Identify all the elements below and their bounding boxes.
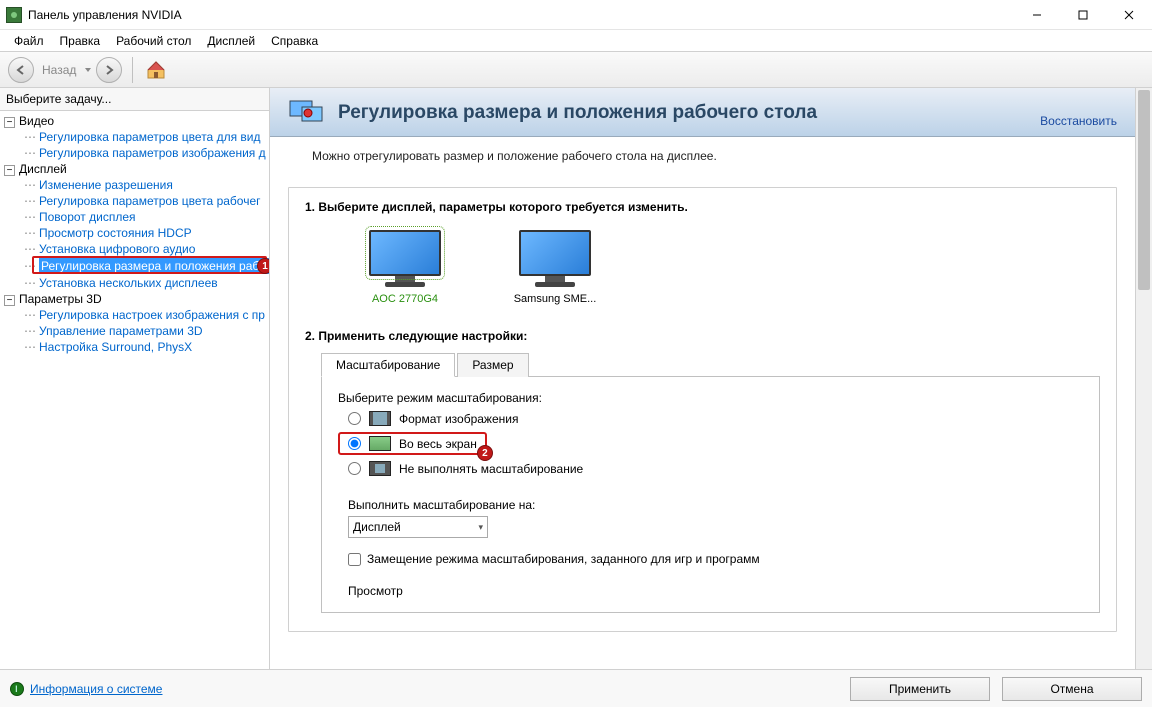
menu-display[interactable]: Дисплей xyxy=(199,32,263,50)
menu-file[interactable]: Файл xyxy=(6,32,52,50)
tree-category-3d[interactable]: −Параметры 3D xyxy=(0,291,269,307)
preview-label: Просмотр xyxy=(338,584,1083,598)
step1-title: 1. Выберите дисплей, параметры которого … xyxy=(305,200,1100,214)
monitor-label: AOC 2770G4 xyxy=(372,293,438,305)
tree-item[interactable]: ⋯Регулировка параметров изображения д xyxy=(18,145,269,161)
menu-help[interactable]: Справка xyxy=(263,32,326,50)
radio-label: Формат изображения xyxy=(399,412,518,426)
back-dropdown-icon[interactable] xyxy=(84,66,92,74)
tree-item[interactable]: ⋯Установка цифрового аудио xyxy=(18,241,269,257)
scrollbar-thumb[interactable] xyxy=(1138,90,1150,290)
monitor-icon xyxy=(519,230,591,276)
maximize-button[interactable] xyxy=(1060,0,1106,30)
menu-edit[interactable]: Правка xyxy=(52,32,109,50)
monitor-label: Samsung SME... xyxy=(514,293,597,305)
aspect-ratio-icon xyxy=(369,411,391,426)
toolbar-separator xyxy=(132,57,133,83)
tab-size[interactable]: Размер xyxy=(457,353,528,377)
radio-input[interactable] xyxy=(348,412,361,425)
monitor-icon xyxy=(369,230,441,276)
select-value: Дисплей xyxy=(353,520,401,534)
tab-body-scaling: Выберите режим масштабирования: Формат и… xyxy=(321,377,1100,613)
tab-scaling[interactable]: Масштабирование xyxy=(321,353,455,377)
annotation-highlight-2: Во весь экран 2 xyxy=(338,432,487,455)
apply-button[interactable]: Применить xyxy=(850,677,990,701)
radio-label: Во весь экран xyxy=(399,437,477,451)
tree-item[interactable]: ⋯Просмотр состояния HDCP xyxy=(18,225,269,241)
radio-aspect-ratio[interactable]: Формат изображения xyxy=(338,407,1083,430)
override-scaling-checkbox[interactable] xyxy=(348,553,361,566)
cancel-button[interactable]: Отмена xyxy=(1002,677,1142,701)
task-tree: −Видео ⋯Регулировка параметров цвета для… xyxy=(0,111,269,669)
svg-text:i: i xyxy=(15,685,18,693)
tree-item-selected[interactable]: ⋯Регулировка размера и положения рабоч 1 xyxy=(18,257,269,275)
monitor-option-secondary[interactable]: Samsung SME... xyxy=(505,230,605,305)
back-label: Назад xyxy=(42,63,76,77)
collapse-icon[interactable]: − xyxy=(4,165,15,176)
info-icon: i xyxy=(10,682,24,696)
page-header-icon xyxy=(288,98,324,128)
perform-scaling-on-select[interactable]: Дисплей ▾ xyxy=(348,516,488,538)
annotation-badge-2: 2 xyxy=(477,445,493,461)
tree-item[interactable]: ⋯Регулировка настроек изображения с пр xyxy=(18,307,269,323)
back-button[interactable] xyxy=(8,57,34,83)
collapse-icon[interactable]: − xyxy=(4,117,15,128)
close-button[interactable] xyxy=(1106,0,1152,30)
vertical-scrollbar[interactable] xyxy=(1135,88,1152,669)
fullscreen-icon xyxy=(369,436,391,451)
tree-item[interactable]: ⋯Регулировка параметров цвета рабочег xyxy=(18,193,269,209)
toolbar: Назад xyxy=(0,52,1152,88)
no-scaling-icon xyxy=(369,461,391,476)
chevron-down-icon: ▾ xyxy=(478,522,483,533)
page-title: Регулировка размера и положения рабочего… xyxy=(338,102,1040,124)
monitor-option-primary[interactable]: AOC 2770G4 xyxy=(355,230,455,305)
sidebar: Выберите задачу... −Видео ⋯Регулировка п… xyxy=(0,88,270,669)
radio-input[interactable] xyxy=(348,437,361,450)
radio-label: Не выполнять масштабирование xyxy=(399,462,583,476)
minimize-button[interactable] xyxy=(1014,0,1060,30)
system-info-link[interactable]: Информация о системе xyxy=(30,682,162,696)
menu-desktop[interactable]: Рабочий стол xyxy=(108,32,199,50)
footer: i Информация о системе Применить Отмена xyxy=(0,669,1152,707)
annotation-badge-1: 1 xyxy=(257,258,269,274)
page-description: Можно отрегулировать размер и положение … xyxy=(270,137,1135,175)
tree-item[interactable]: ⋯Настройка Surround, PhysX xyxy=(18,339,269,355)
radio-no-scaling[interactable]: Не выполнять масштабирование xyxy=(338,457,1083,480)
tree-item[interactable]: ⋯Изменение разрешения xyxy=(18,177,269,193)
home-button[interactable] xyxy=(143,57,169,83)
step2-title: 2. Применить следующие настройки: xyxy=(305,329,1100,343)
restore-link[interactable]: Восстановить xyxy=(1040,114,1117,128)
menubar: Файл Правка Рабочий стол Дисплей Справка xyxy=(0,30,1152,52)
sidebar-header: Выберите задачу... xyxy=(0,88,269,111)
tree-item[interactable]: ⋯Регулировка параметров цвета для вид xyxy=(18,129,269,145)
tree-category-display[interactable]: −Дисплей xyxy=(0,161,269,177)
page-header: Регулировка размера и положения рабочего… xyxy=(270,88,1135,137)
forward-button[interactable] xyxy=(96,57,122,83)
perform-scaling-on-label: Выполнить масштабирование на: xyxy=(348,498,1083,512)
step1-panel: 1. Выберите дисплей, параметры которого … xyxy=(288,187,1117,632)
collapse-icon[interactable]: − xyxy=(4,295,15,306)
scaling-mode-label: Выберите режим масштабирования: xyxy=(338,391,1083,405)
checkbox-label: Замещение режима масштабирования, заданн… xyxy=(367,552,760,566)
tree-item[interactable]: ⋯Управление параметрами 3D xyxy=(18,323,269,339)
titlebar: Панель управления NVIDIA xyxy=(0,0,1152,30)
tree-item[interactable]: ⋯Поворот дисплея xyxy=(18,209,269,225)
content-area: Регулировка размера и положения рабочего… xyxy=(270,88,1152,669)
nvidia-app-icon xyxy=(6,7,22,23)
tree-category-video[interactable]: −Видео xyxy=(0,113,269,129)
window-title: Панель управления NVIDIA xyxy=(28,8,182,22)
settings-tabs: Масштабирование Размер xyxy=(321,353,1100,377)
tree-item[interactable]: ⋯Установка нескольких дисплеев xyxy=(18,275,269,291)
radio-input[interactable] xyxy=(348,462,361,475)
override-scaling-checkbox-row[interactable]: Замещение режима масштабирования, заданн… xyxy=(338,552,1083,566)
